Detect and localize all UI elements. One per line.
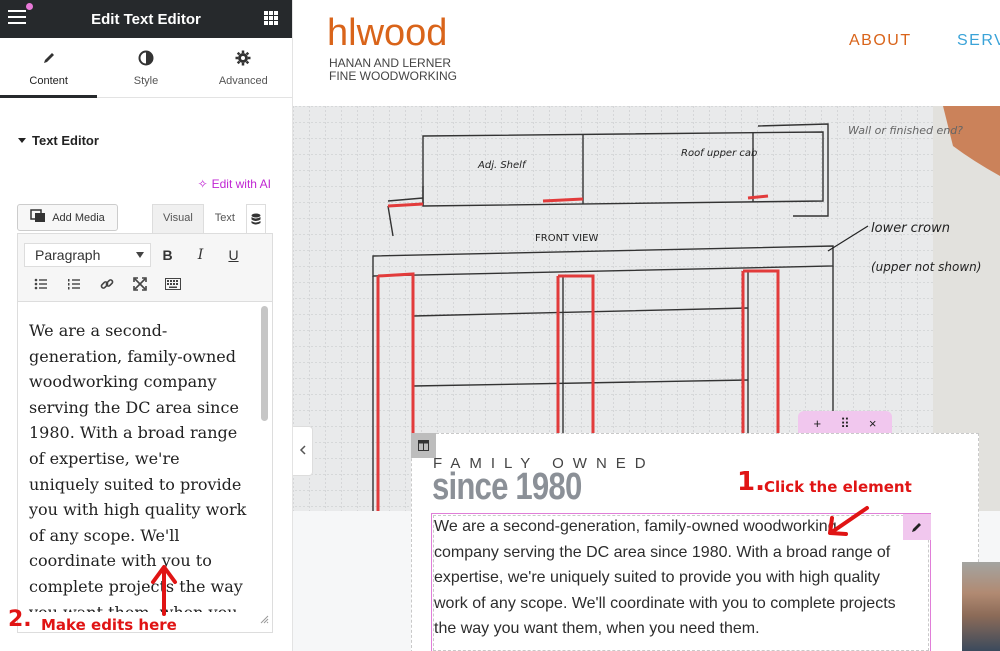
sketch-label-front-view: FRONT VIEW [535, 233, 598, 244]
tab-advanced[interactable]: Advanced [195, 38, 292, 97]
add-section-button[interactable]: + [814, 416, 822, 431]
step2-label: Make edits here [41, 616, 177, 634]
editor-toolbar: Paragraph B I U [18, 234, 272, 302]
add-media-button[interactable]: Add Media [17, 204, 118, 231]
drag-section-handle[interactable]: ⠿ [840, 416, 850, 432]
sketch-label-upper-not-shown: (upper not shown) [871, 260, 981, 274]
format-select[interactable]: Paragraph [24, 242, 151, 267]
hamburger-menu-icon[interactable] [8, 10, 26, 26]
logo-subtitle-line1: HANAN AND LERNER [329, 56, 452, 70]
italic-button[interactable]: I [184, 243, 217, 267]
apps-grid-icon[interactable] [264, 11, 278, 25]
sketch-label-adj-shelf: Adj. Shelf [477, 160, 527, 171]
link-icon[interactable] [90, 272, 123, 296]
panel-header: Edit Text Editor [0, 0, 292, 38]
tab-advanced-label: Advanced [218, 74, 268, 87]
media-icon [30, 209, 46, 226]
main-heading[interactable]: since 1980 [432, 466, 582, 509]
add-media-label: Add Media [52, 211, 105, 224]
dynamic-tags-icon[interactable] [245, 204, 266, 233]
editor-mode-tabs: Visual Text [152, 204, 266, 233]
sketch-label-lower-crown: lower crown [871, 221, 950, 236]
format-select-value: Paragraph [35, 246, 101, 263]
tab-style-label: Style [133, 74, 159, 87]
select-arrow-icon [136, 251, 144, 258]
resize-handle-icon[interactable] [260, 611, 269, 629]
pencil-icon [912, 523, 921, 532]
edit-with-ai-label: Edit with AI [211, 177, 271, 191]
step1-arrow-icon [828, 506, 869, 536]
site-preview: hlwood HANAN AND LERNER FINE WOODWORKING… [293, 0, 1000, 651]
chevron-left-icon [299, 442, 307, 460]
tab-content-label: Content [29, 74, 68, 87]
editor-scrollbar[interactable] [261, 306, 268, 421]
editor-paragraph: We are a second-generation, family-owned… [29, 321, 247, 612]
logo-subtitle-line2: FINE WOODWORKING [329, 69, 457, 83]
collapse-panel-button[interactable] [293, 426, 313, 476]
step2-arrow-icon [151, 565, 177, 616]
bullet-list-icon[interactable] [24, 272, 57, 296]
numbered-list-icon[interactable] [57, 272, 90, 296]
bold-button[interactable]: B [151, 243, 184, 267]
caret-down-icon [18, 138, 26, 143]
nav-about[interactable]: ABOUT [849, 32, 912, 50]
toolbar-toggle-icon[interactable] [156, 272, 189, 296]
editor-panel: Edit Text Editor Content Style Advanced … [0, 0, 293, 651]
edit-with-ai-button[interactable]: ✧ Edit with AI [198, 177, 271, 191]
fullscreen-icon[interactable] [123, 272, 156, 296]
step2-number: 2. [8, 607, 32, 632]
sketch-label-wall-end: Wall or finished end? [848, 124, 963, 137]
underline-button[interactable]: U [217, 243, 250, 267]
nav-services[interactable]: SERV [957, 32, 1000, 50]
step1-label: Click the element [764, 478, 912, 496]
tab-text[interactable]: Text [203, 204, 246, 233]
person-photo [962, 562, 1000, 651]
site-logo[interactable]: hlwood [327, 12, 447, 55]
notification-dot [26, 3, 33, 10]
panel-title: Edit Text Editor [91, 10, 201, 28]
tab-visual[interactable]: Visual [152, 204, 204, 233]
half-circle-icon [137, 49, 155, 67]
tab-content[interactable]: Content [0, 38, 98, 98]
edit-widget-button[interactable] [903, 514, 931, 540]
gear-icon [234, 49, 252, 67]
section-title: Text Editor [32, 133, 99, 148]
text-editor-section-toggle[interactable]: Text Editor [18, 133, 99, 148]
delete-section-button[interactable]: × [869, 416, 877, 431]
sparkle-icon: ✧ [197, 177, 208, 191]
panel-tabs: Content Style Advanced [0, 38, 292, 98]
sketch-label-roof-cab: Roof upper cab [681, 148, 757, 159]
step1-number: 1. [737, 467, 765, 497]
tab-style[interactable]: Style [97, 38, 194, 97]
pencil-icon [40, 49, 58, 67]
